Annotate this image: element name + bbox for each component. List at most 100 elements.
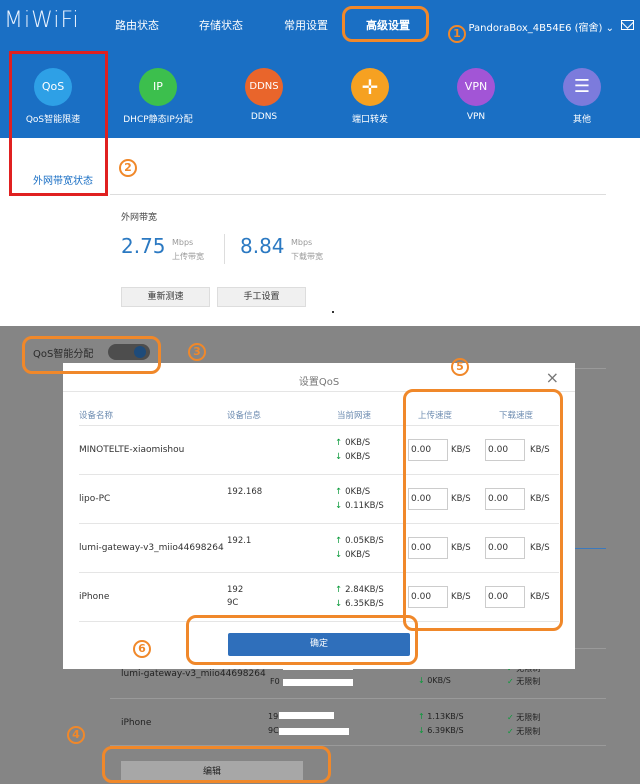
manual-set-button[interactable]: 手工设置 — [217, 287, 306, 307]
divider — [224, 234, 225, 264]
bg-device-limit: ✓ 无限制 — [507, 726, 540, 737]
port-forward-icon: ✛ — [351, 68, 389, 106]
device-name: iPhone — [79, 592, 110, 602]
bg-device-down-value: 0KB/S — [427, 676, 451, 685]
menu-icon: ☰ — [563, 68, 601, 106]
download-bandwidth-value: 8.84 — [240, 234, 285, 258]
bg-device-info: 9C — [268, 726, 279, 735]
divider — [574, 368, 606, 369]
annotation-box-4 — [102, 746, 331, 783]
feature-dhcp[interactable]: IP DHCP静态IP分配 — [103, 68, 213, 125]
bg-device-up-limit-value: 无限制 — [516, 713, 541, 722]
nav-router-status[interactable]: 路由状态 — [115, 17, 159, 33]
bg-device-down-limit-value: 无限制 — [516, 727, 541, 736]
top-navbar: MiWiFi 路由状态 存储状态 常用设置 高级设置 PandoraBox_4B… — [0, 0, 640, 50]
download-unit: Mbps — [291, 238, 313, 247]
router-name: PandoraBox_4B54E6 (宿舍) — [468, 23, 603, 34]
bg-device-limit: ✓ 无限制 — [507, 712, 540, 723]
divider — [110, 194, 606, 195]
annotation-number-6: 6 — [133, 640, 151, 658]
annotation-box-2 — [9, 51, 108, 196]
arrow-down-icon: ↓ — [335, 452, 343, 462]
arrow-down-icon: ↓ — [335, 550, 343, 560]
bg-device-limit: ✓ 无限制 — [507, 676, 540, 687]
bg-device-info: 19 — [268, 712, 279, 721]
device-name: lipo-PC — [79, 494, 111, 504]
col-header-device-info: 设备信息 — [227, 411, 262, 421]
redaction-bar — [279, 712, 334, 719]
mail-icon[interactable] — [621, 20, 634, 30]
bg-device-up: ↑ 1.13KB/S — [418, 712, 464, 721]
current-up-speed: ↑ 0KB/S — [335, 487, 370, 497]
device-info: 192 — [227, 585, 244, 595]
current-down-speed-value: 0.11KB/S — [345, 501, 384, 511]
current-down-speed: ↓ 0.11KB/S — [335, 501, 384, 511]
feature-port-forward[interactable]: ✛ 端口转发 — [315, 68, 425, 125]
annotation-box-5 — [403, 389, 563, 631]
bg-device-info: F0 — [270, 677, 280, 686]
current-up-speed-value: 0KB/S — [345, 438, 371, 448]
miwifi-logo[interactable]: MiWiFi — [4, 8, 80, 33]
arrow-up-icon: ↑ — [335, 438, 343, 448]
divider — [110, 698, 606, 699]
current-down-speed: ↓ 6.35KB/S — [335, 599, 384, 609]
divider — [574, 548, 606, 549]
annotation-number-3: 3 — [188, 343, 206, 361]
nav-common-settings[interactable]: 常用设置 — [284, 17, 328, 33]
annotation-number-4: 4 — [67, 726, 85, 744]
annotation-number-1: 1 — [448, 25, 466, 43]
current-up-speed: ↑ 0KB/S — [335, 438, 370, 448]
router-admin-page: MiWiFi 路由状态 存储状态 常用设置 高级设置 PandoraBox_4B… — [0, 0, 640, 784]
redaction-bar — [283, 679, 353, 686]
current-down-speed-value: 0KB/S — [345, 550, 371, 560]
redaction-bar — [279, 728, 349, 735]
col-header-device-name: 设备名称 — [79, 411, 114, 421]
current-down-speed-value: 0KB/S — [345, 452, 371, 462]
current-up-speed-value: 2.84KB/S — [345, 585, 384, 595]
arrow-down-icon: ↓ — [418, 676, 425, 685]
check-icon: ✓ — [507, 677, 514, 686]
current-down-speed: ↓ 0KB/S — [335, 550, 370, 560]
feature-dhcp-label: DHCP静态IP分配 — [123, 115, 193, 125]
device-name: lumi-gateway-v3_miio44698264 — [79, 543, 224, 553]
feature-vpn-label: VPN — [466, 112, 486, 122]
arrow-down-icon: ↓ — [335, 501, 343, 511]
bg-device-name: lumi-gateway-v3_miio44698264 — [121, 669, 266, 679]
feature-vpn[interactable]: VPN VPN — [421, 68, 531, 122]
router-name-dropdown[interactable]: PandoraBox_4B54E6 (宿舍) ⌄ — [468, 19, 614, 34]
current-up-speed: ↑ 2.84KB/S — [335, 585, 384, 595]
chevron-down-icon: ⌄ — [605, 23, 614, 34]
device-name: MINOTELTE-xiaomishou — [79, 445, 185, 455]
modal-title: 设置QoS — [298, 377, 340, 388]
feature-port-forward-label: 端口转发 — [351, 115, 388, 125]
bg-device-down: ↓ 6.39KB/S — [418, 726, 464, 735]
annotation-box-3 — [22, 336, 161, 374]
current-up-speed-value: 0KB/S — [345, 487, 371, 497]
bg-device-down-value: 6.39KB/S — [427, 726, 464, 735]
current-down-speed-value: 6.35KB/S — [345, 599, 384, 609]
vpn-icon: VPN — [457, 68, 495, 106]
upload-unit: Mbps — [172, 238, 194, 247]
feature-ddns-label: DDNS — [250, 112, 278, 122]
current-up-speed-value: 0.05KB/S — [345, 536, 384, 546]
device-info: 9C — [227, 598, 239, 608]
annotation-box-6 — [186, 615, 418, 665]
feature-ddns[interactable]: DDNS DDNS — [209, 68, 319, 122]
retest-button[interactable]: 重新测速 — [121, 287, 210, 307]
annotation-number-2: 2 — [119, 159, 137, 177]
arrow-up-icon: ↑ — [335, 487, 343, 497]
arrow-up-icon: ↑ — [335, 585, 343, 595]
bg-device-name: iPhone — [121, 718, 152, 728]
arrow-down-icon: ↓ — [418, 726, 425, 735]
nav-storage-status[interactable]: 存储状态 — [199, 17, 243, 33]
device-info: 192.1 — [227, 536, 252, 546]
bandwidth-title: 外网带宽 — [121, 213, 158, 223]
upload-label: 上传带宽 — [172, 252, 204, 261]
feature-other[interactable]: ☰ 其他 — [527, 68, 637, 125]
bg-device-up-value: 1.13KB/S — [427, 712, 464, 721]
bg-device-down: ↓ 0KB/S — [418, 676, 451, 685]
download-label: 下载带宽 — [291, 252, 323, 261]
ddns-icon: DDNS — [245, 68, 283, 106]
close-icon[interactable]: × — [546, 368, 559, 387]
current-down-speed: ↓ 0KB/S — [335, 452, 370, 462]
